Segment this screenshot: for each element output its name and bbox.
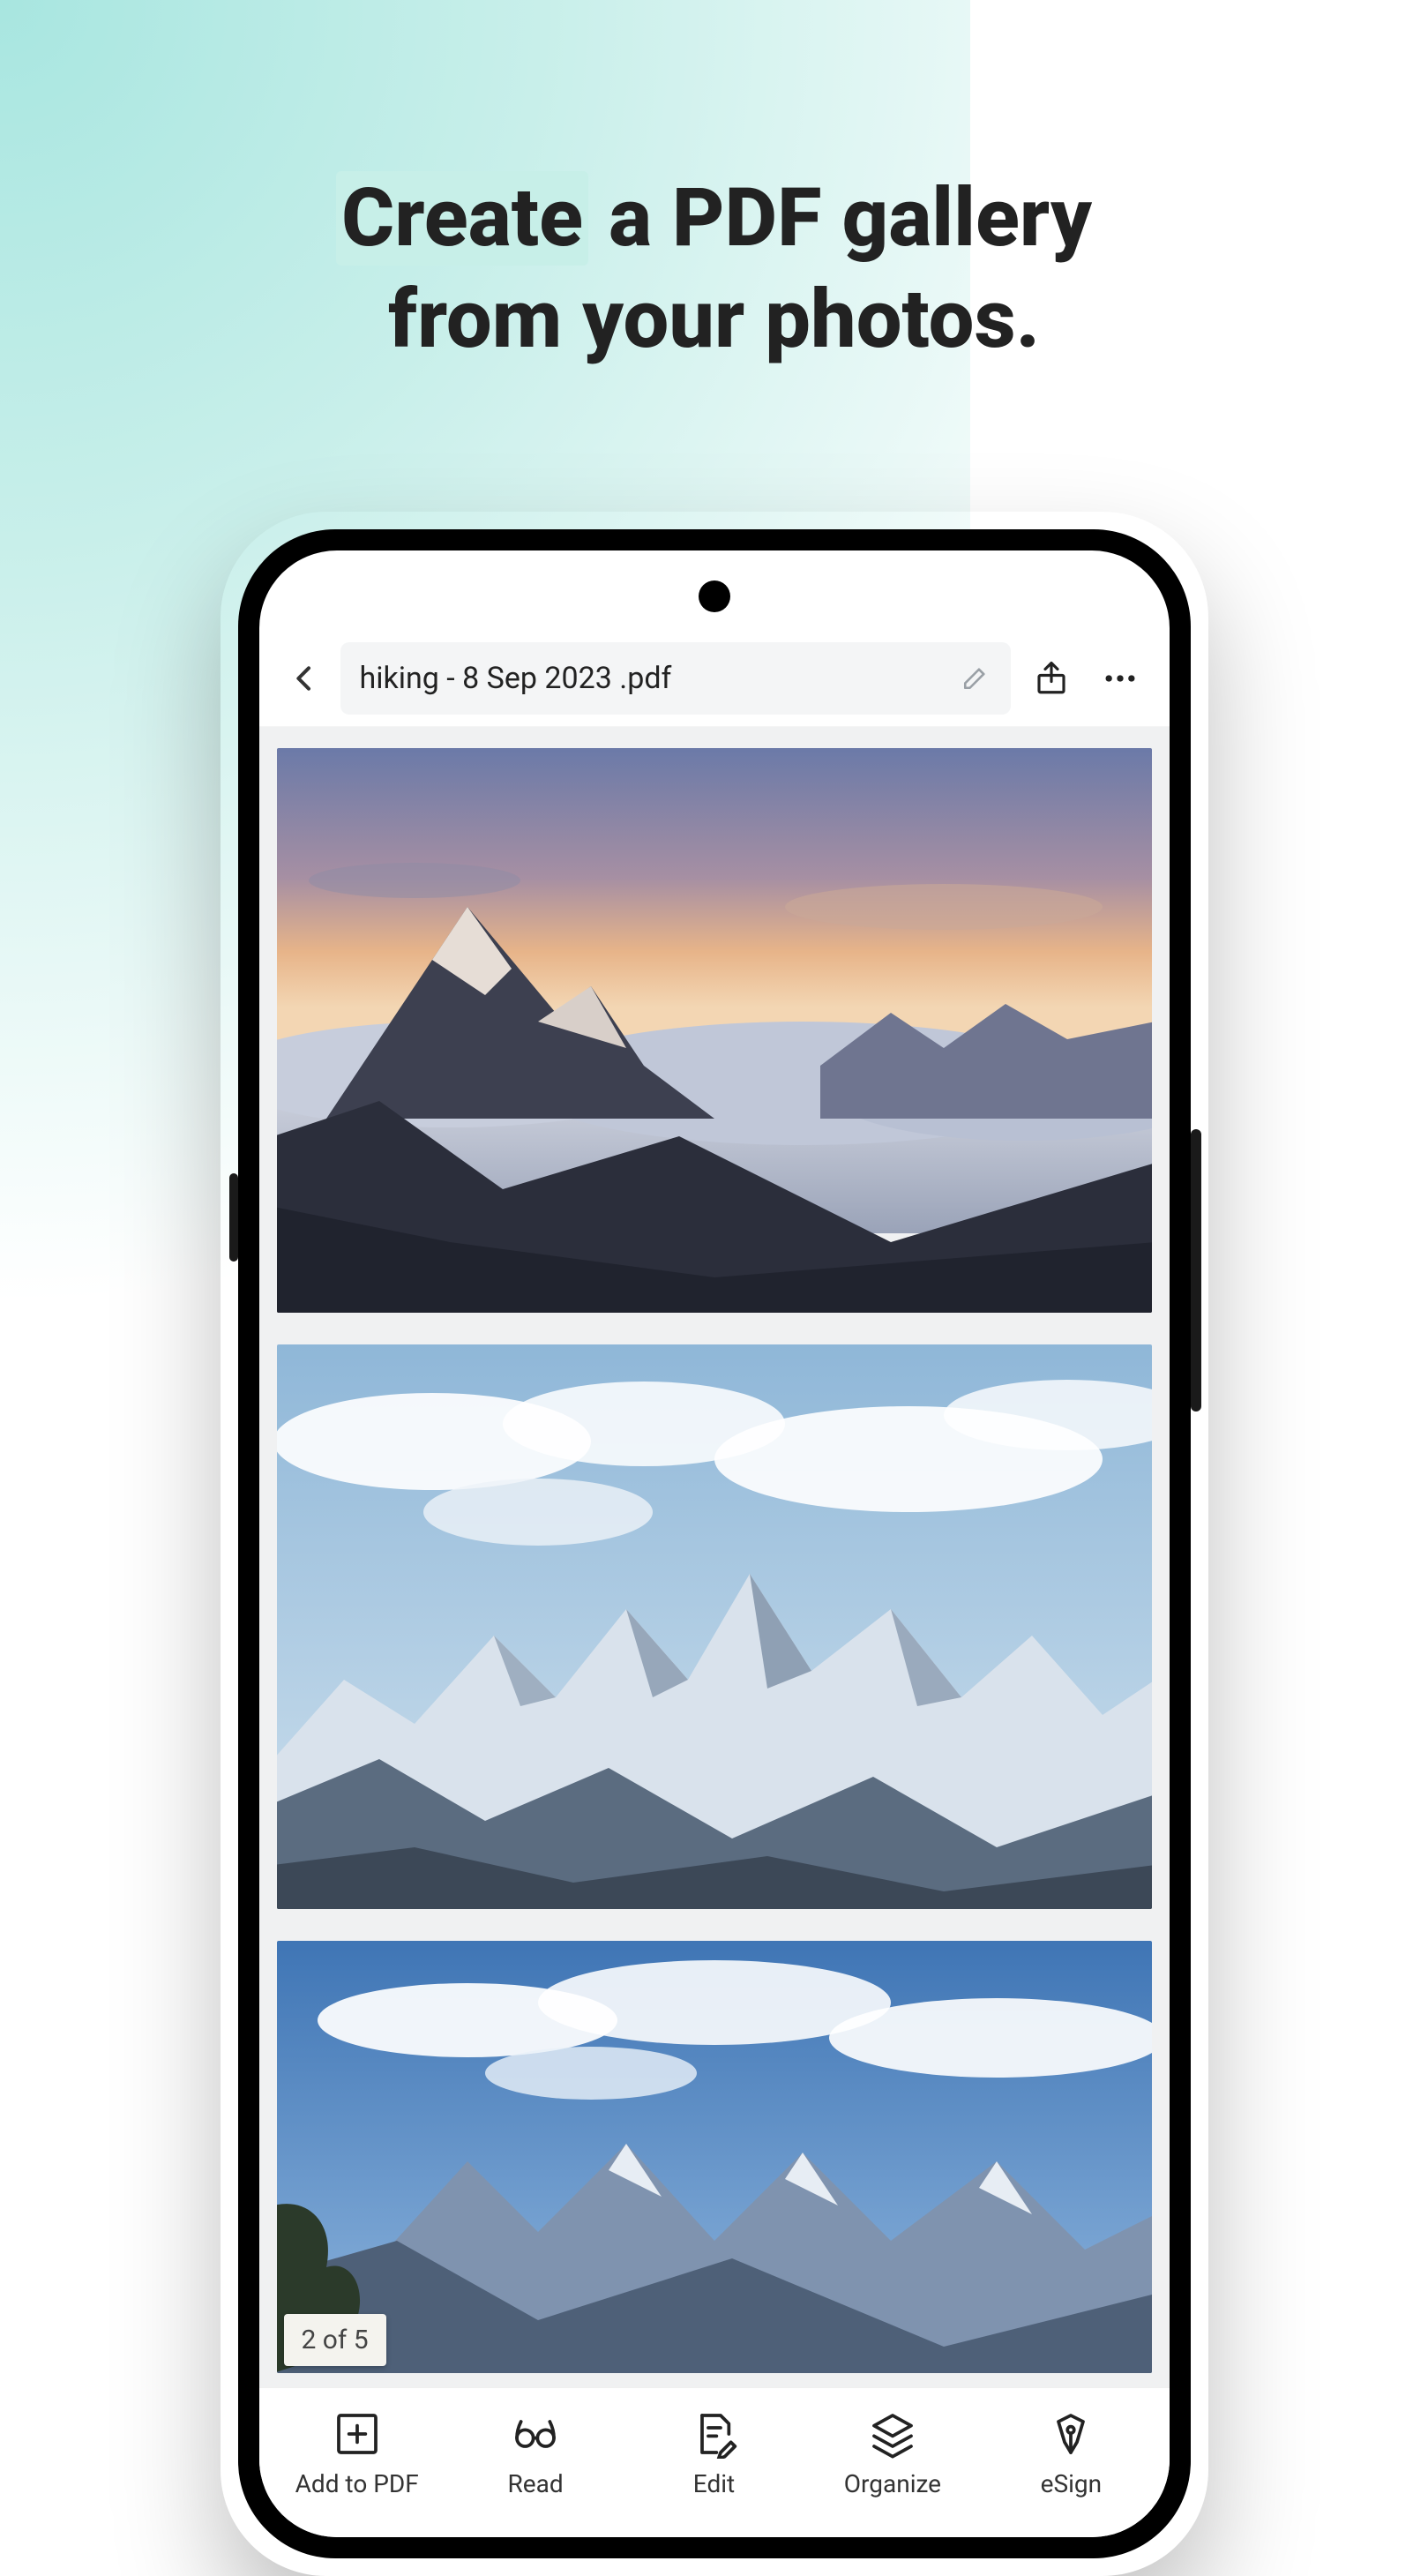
esign-button[interactable]: eSign (982, 2409, 1160, 2498)
document-scroll-area[interactable]: 2 of 5 (259, 727, 1170, 2387)
headline-highlight: Create (336, 171, 588, 266)
glasses-icon (511, 2409, 560, 2459)
phone-camera-notch (699, 580, 730, 612)
pen-nib-icon (1046, 2409, 1095, 2459)
document-edit-icon (690, 2409, 739, 2459)
layers-icon (868, 2409, 917, 2459)
tool-label: Edit (693, 2469, 735, 2498)
tool-label: eSign (1041, 2469, 1102, 2498)
more-horizontal-icon (1101, 659, 1140, 698)
headline-line1-rest: a PDF gallery (588, 171, 1092, 266)
edit-button[interactable]: Edit (624, 2409, 803, 2498)
gallery-photo (277, 1344, 1152, 1909)
filename-field[interactable]: hiking - 8 Sep 2023 .pdf (340, 642, 1011, 715)
read-button[interactable]: Read (446, 2409, 624, 2498)
more-button[interactable] (1092, 650, 1148, 707)
phone-side-button (1191, 1129, 1201, 1412)
plus-square-icon (333, 2409, 382, 2459)
app-topbar: hiking - 8 Sep 2023 .pdf (259, 630, 1170, 727)
tool-label: Organize (844, 2469, 941, 2498)
share-button[interactable] (1023, 650, 1080, 707)
back-button[interactable] (280, 655, 328, 702)
share-icon (1033, 660, 1070, 697)
organize-button[interactable]: Organize (804, 2409, 982, 2498)
chevron-left-icon (287, 661, 322, 696)
pencil-icon (961, 662, 991, 695)
add-to-pdf-button[interactable]: Add to PDF (268, 2409, 446, 2498)
tool-label: Read (508, 2469, 564, 2498)
gallery-photo: 2 of 5 (277, 1941, 1152, 2373)
page-indicator-badge: 2 of 5 (284, 2314, 386, 2366)
tool-label: Add to PDF (295, 2469, 419, 2498)
phone-mockup: hiking - 8 Sep 2023 .pdf (238, 529, 1191, 2558)
marketing-headline: Create a PDF gallery from your photos. (0, 168, 1428, 371)
phone-side-button (229, 1173, 238, 1262)
headline-line2: from your photos. (0, 269, 1428, 371)
gallery-photo (277, 748, 1152, 1313)
bottom-toolbar: Add to PDF Read Edit (259, 2387, 1170, 2537)
filename-text: hiking - 8 Sep 2023 .pdf (360, 661, 672, 696)
